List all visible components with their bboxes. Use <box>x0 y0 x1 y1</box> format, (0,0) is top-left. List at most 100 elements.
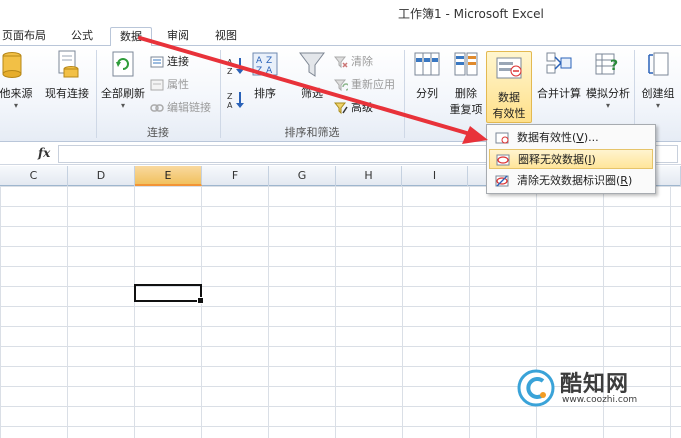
data-validation-icon <box>495 132 509 144</box>
column-header-i[interactable]: I <box>402 166 468 186</box>
clear-filter-label: 清除 <box>351 55 373 68</box>
menu-item-accelerator: V <box>576 131 584 144</box>
svg-text:Z: Z <box>227 92 233 101</box>
sort-filter-group-label: 排序和筛选 <box>284 126 340 139</box>
sort-z-to-a-button[interactable]: Z A <box>226 90 248 110</box>
column-header-c[interactable]: C <box>0 166 68 186</box>
what-if-analysis-button[interactable]: ? 模拟分析 ▾ <box>584 50 632 110</box>
tab-review[interactable]: 审阅 <box>160 27 196 46</box>
svg-text:A: A <box>256 56 263 66</box>
chevron-down-icon: ▾ <box>655 101 660 110</box>
refresh-icon <box>112 51 134 77</box>
group-separator <box>404 50 405 138</box>
properties-label: 属性 <box>167 78 189 91</box>
consolidate-label: 合并计算 <box>537 87 581 100</box>
reapply-label: 重新应用 <box>351 78 395 91</box>
menu-item-suffix: ) <box>627 174 633 187</box>
database-icon <box>2 52 22 78</box>
funnel-icon <box>299 52 325 77</box>
group-label: 创建组 <box>641 87 675 100</box>
connections-group-label: 连接 <box>147 126 169 139</box>
menu-item-circle-invalid-data[interactable]: 圈释无效数据(I) <box>489 149 653 169</box>
svg-text:?: ? <box>610 58 618 74</box>
sort-descending-icon: Z A <box>227 92 244 110</box>
existing-connections-button[interactable]: 现有连接 <box>42 50 92 101</box>
menu-item-label: 圈释无效数据( <box>518 153 589 166</box>
svg-text:Z: Z <box>227 67 233 76</box>
active-cell-selection[interactable] <box>134 284 204 304</box>
title-bar: 工作簿1 - Microsoft Excel <box>0 0 681 24</box>
menu-item-data-validation[interactable]: 数据有效性(V)... <box>489 128 653 148</box>
clear-filter-button[interactable]: 清除 <box>334 52 373 72</box>
column-header-d[interactable]: D <box>68 166 135 186</box>
group-button[interactable]: 创建组 ▾ <box>638 50 678 110</box>
consolidate-button[interactable]: 合并计算 <box>536 50 582 101</box>
menu-item-suffix: ) <box>591 153 596 166</box>
properties-button[interactable]: 属性 <box>150 75 189 95</box>
what-if-icon: ? <box>595 53 618 75</box>
refresh-all-label: 全部刷新 <box>101 87 145 100</box>
sort-a-to-z-button[interactable]: A Z <box>226 56 248 76</box>
svg-text:Z: Z <box>266 56 272 66</box>
menu-item-accelerator: R <box>620 174 628 187</box>
advanced-filter-label: 高级 <box>351 101 373 114</box>
watermark-url: www.coozhi.com <box>562 395 638 405</box>
remove-duplicates-label-1: 删除 <box>455 87 477 100</box>
text-to-columns-label: 分列 <box>416 87 438 100</box>
sort-dialog-icon: A Z Z A <box>252 52 278 76</box>
remove-duplicates-label-2: 重复项 <box>449 103 483 116</box>
text-to-columns-icon <box>414 52 440 76</box>
sort-ascending-icon: A Z <box>227 58 244 76</box>
existing-connections-label: 现有连接 <box>45 87 89 100</box>
connections-button[interactable]: 连接 <box>150 52 189 72</box>
data-validation-icon <box>496 57 522 79</box>
data-validation-label-2: 有效性 <box>492 107 526 120</box>
connections-label: 连接 <box>167 55 189 68</box>
svg-text:A: A <box>266 66 273 76</box>
filter-button[interactable]: 筛选 <box>292 50 332 101</box>
tab-divider <box>0 45 681 46</box>
window-title: 工作簿1 - Microsoft Excel <box>398 7 544 21</box>
column-header-e[interactable]: E <box>135 166 202 186</box>
tab-view[interactable]: 视图 <box>208 27 244 46</box>
advanced-filter-button[interactable]: 高级 <box>334 98 373 118</box>
function-icon[interactable]: fx <box>38 146 50 160</box>
menu-item-label: 清除无效数据标识圈( <box>517 174 621 187</box>
column-header-h[interactable]: H <box>336 166 402 186</box>
svg-text:Z: Z <box>256 66 262 76</box>
ribbon-tabs: 页面布局 公式 数据 审阅 视图 <box>0 24 681 46</box>
document-database-icon <box>58 50 79 78</box>
group-separator <box>96 50 97 138</box>
circle-invalid-icon <box>496 154 510 166</box>
filter-label: 筛选 <box>301 87 323 100</box>
clear-filter-icon <box>334 56 348 69</box>
clear-circles-icon <box>495 175 509 187</box>
data-validation-menu: 数据有效性(V)... 圈释无效数据(I) 清除无效数据标识圈(R) <box>486 124 656 194</box>
chain-link-icon <box>150 104 164 112</box>
what-if-analysis-label: 模拟分析 <box>586 87 630 100</box>
sort-label: 排序 <box>254 87 276 100</box>
text-to-columns-button[interactable]: 分列 <box>408 50 446 101</box>
edit-links-button[interactable]: 编辑链接 <box>150 98 211 118</box>
column-header-f[interactable]: F <box>202 166 269 186</box>
reapply-button[interactable]: 重新应用 <box>334 75 395 95</box>
reapply-icon <box>334 79 348 92</box>
remove-duplicates-button[interactable]: 删除 重复项 <box>446 50 486 117</box>
data-validation-button[interactable]: 数据 有效性 <box>486 51 532 123</box>
chevron-down-icon: ▾ <box>13 101 18 110</box>
sort-button[interactable]: A Z Z A 排序 <box>250 50 280 101</box>
menu-item-clear-validation-circles[interactable]: 清除无效数据标识圈(R) <box>489 171 653 191</box>
tab-data[interactable]: 数据 <box>110 27 152 46</box>
from-other-sources-label: 他来源 <box>0 87 33 100</box>
tab-formulas[interactable]: 公式 <box>64 27 100 46</box>
from-other-sources-button[interactable]: 他来源 ▾ <box>0 50 36 110</box>
properties-icon <box>150 79 164 91</box>
consolidate-icon <box>546 52 572 74</box>
refresh-all-button[interactable]: 全部刷新 ▾ <box>100 50 146 110</box>
menu-item-suffix: )... <box>583 131 599 144</box>
group-outline-icon <box>648 52 669 76</box>
menu-item-label: 数据有效性( <box>517 131 577 144</box>
chevron-down-icon: ▾ <box>120 101 125 110</box>
column-header-g[interactable]: G <box>269 166 336 186</box>
tab-page-layout[interactable]: 页面布局 <box>0 27 48 46</box>
